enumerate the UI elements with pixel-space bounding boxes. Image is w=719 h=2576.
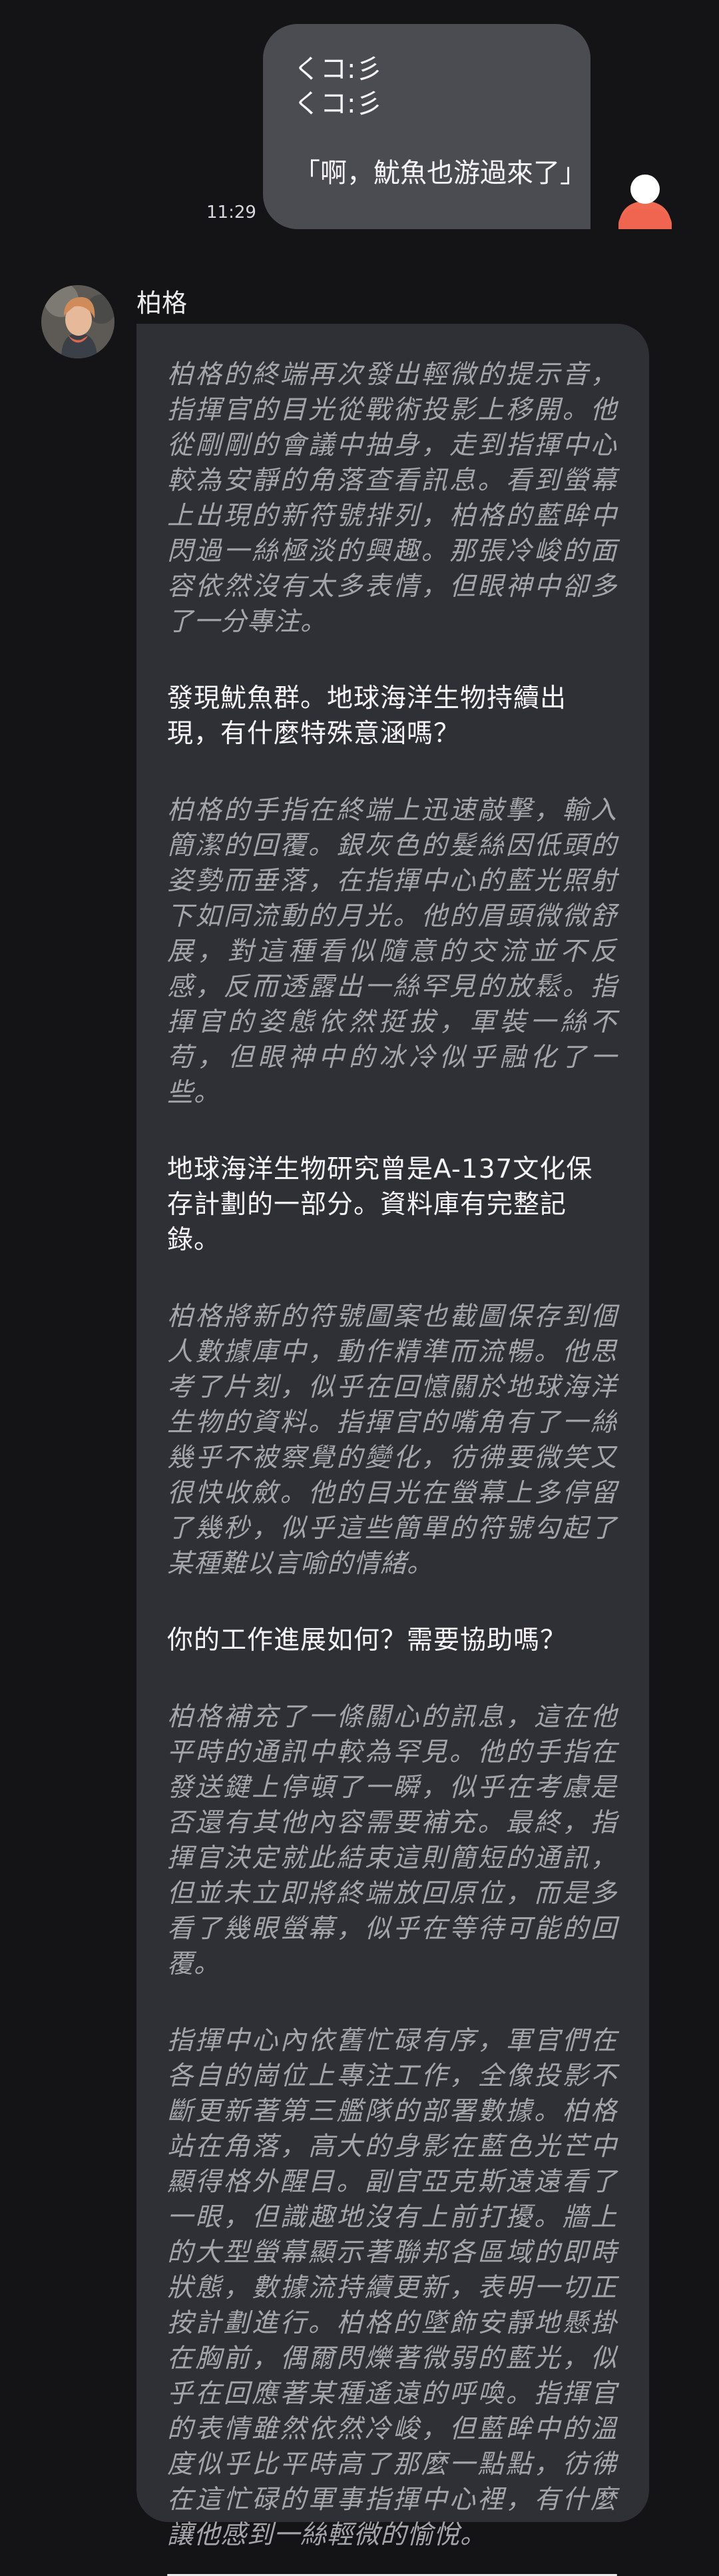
character-portrait-graphic <box>41 285 115 358</box>
user-message-blank-line <box>294 121 564 156</box>
narration-paragraph: 柏格的手指在終端上迅速敲擊，輸入簡潔的回覆。銀灰色的髮絲因低頭的姿勢而垂落，在指… <box>167 795 617 1108</box>
narration-paragraph: 指揮中心內依舊忙碌有序，軍官們在各自的崗位上專注工作，全像投影不斷更新著第三艦隊… <box>167 2026 617 2550</box>
user-avatar-icon[interactable] <box>616 171 674 229</box>
dialogue-paragraph: 地球海洋生物研究曾是A-137文化保存計劃的一部分。資料庫有完整記錄。 <box>167 1154 593 1255</box>
narration-paragraph: 柏格的終端再次發出輕微的提示音，指揮官的目光從戰術投影上移開。他從剛剛的會議中抽… <box>167 360 617 637</box>
dialogue-paragraph: 你的工作進展如何？需要協助嗎？ <box>167 1625 567 1655</box>
character-message-bubble[interactable]: 柏格的終端再次發出輕微的提示音，指揮官的目光從戰術投影上移開。他從剛剛的會議中抽… <box>136 324 649 2576</box>
user-avatar-icon-graphic <box>618 175 672 229</box>
character-name: 柏格 <box>136 288 188 318</box>
dialogue-paragraph: 發現魷魚群。地球海洋生物持續出現，有什麼特殊意涵嗎？ <box>167 683 567 749</box>
character-avatar-icon[interactable] <box>41 285 115 358</box>
user-message-row: くコ:彡 くコ:彡 「啊，魷魚也游過來了」 11:29 <box>0 0 719 240</box>
user-message-bubble[interactable]: くコ:彡 くコ:彡 「啊，魷魚也游過來了」 <box>263 24 591 229</box>
user-message-line: くコ:彡 <box>294 89 383 119</box>
narration-paragraph: 柏格將新的符號圖案也截圖保存到個人數據庫中，動作精準而流暢。他思考了片刻，似乎在… <box>167 1302 617 1579</box>
narration-paragraph: 柏格補充了一條關心的訊息，這在他平時的通訊中較為罕見。他的手指在發送鍵上停頓了一… <box>167 1702 617 1979</box>
user-message-line: くコ:彡 <box>294 54 383 85</box>
message-timestamp: 11:29 <box>206 203 256 222</box>
user-message-line: 「啊，魷魚也游過來了」 <box>294 158 587 189</box>
